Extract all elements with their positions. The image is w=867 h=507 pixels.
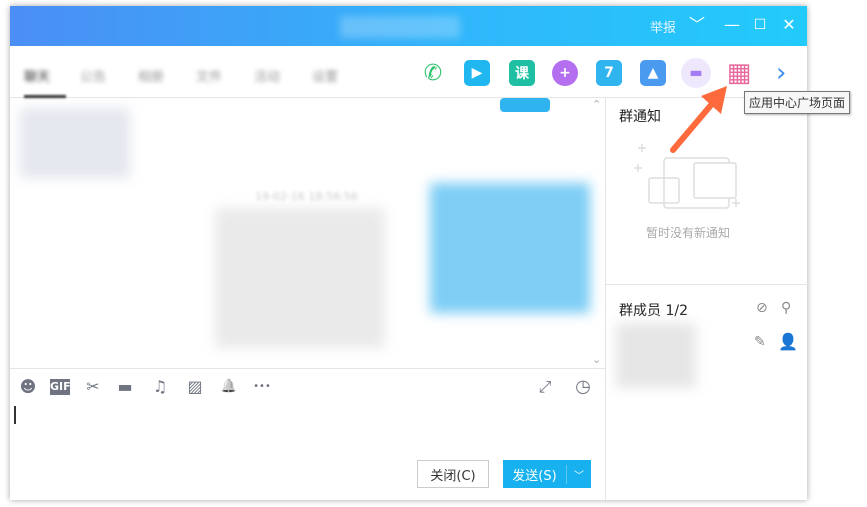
maximize-button[interactable]: ☐ [749, 14, 771, 36]
calendar-icon[interactable]: 7 [596, 60, 622, 86]
minimize-button[interactable]: — [721, 14, 743, 36]
add-app-icon[interactable]: + [552, 60, 578, 86]
more-icon[interactable]: ••• [250, 377, 274, 397]
music-icon[interactable]: ♫ [150, 377, 170, 397]
scissors-icon[interactable]: ✂ [83, 377, 103, 397]
app-center-tooltip: 应用中心广场页面 [744, 91, 851, 114]
course-icon[interactable]: 课 [509, 60, 535, 86]
scroll-down-icon[interactable]: ⌄ [592, 353, 601, 366]
title-bar: 举报 ﹀ — ☐ ✕ [10, 6, 807, 46]
avatar-blurred [20, 108, 130, 178]
send-button[interactable]: 发送(S) ﹀ [503, 460, 591, 488]
close-button[interactable]: ✕ [778, 14, 800, 36]
group-name-blurred [340, 16, 460, 38]
video-call-icon[interactable]: ▶ [464, 60, 490, 86]
member-list-blurred [616, 323, 696, 388]
gif-icon[interactable]: GIF [50, 379, 71, 395]
divider [606, 284, 808, 285]
bell-icon[interactable]: 🔔 [219, 377, 239, 397]
image-icon[interactable]: ▨ [185, 377, 205, 397]
group-notice-title: 群通知 [619, 109, 661, 125]
scroll-up-icon[interactable]: ⌃ [592, 98, 601, 111]
more-apps-arrow-icon[interactable]: › [776, 58, 786, 88]
tab-chat[interactable]: 聊天 [24, 66, 50, 85]
send-label[interactable]: 发送(S) [503, 464, 567, 484]
tab-files[interactable]: 文件 [196, 66, 222, 85]
edit-icon[interactable]: ✎ [754, 334, 766, 350]
message-blurred [215, 208, 385, 348]
close-chat-button[interactable]: 关闭(C) [417, 460, 489, 488]
emoji-icon[interactable]: ☻ [18, 377, 38, 397]
report-link[interactable]: 举报 [650, 17, 676, 36]
send-options-chevron-icon[interactable]: ﹀ [567, 467, 591, 482]
phone-call-icon[interactable]: ✆ [420, 60, 446, 86]
search-icon[interactable]: ⚲ [781, 300, 791, 316]
message-bubble [500, 98, 550, 112]
folder-icon[interactable]: ▬ [115, 377, 135, 397]
member-manage-icon[interactable]: ⊘ [756, 300, 768, 316]
input-toolbar: ☻ GIF ✂ ▬ ♫ ▨ 🔔 ••• ⤢ ◷ [10, 368, 605, 404]
annotation-arrow-icon [670, 86, 727, 153]
group-members-title: 群成员 1/2 [619, 303, 688, 319]
history-clock-icon[interactable]: ◷ [573, 377, 593, 397]
expand-icon[interactable]: ⤢ [535, 377, 555, 397]
message-input-cursor[interactable] [14, 406, 16, 424]
timestamp: 19-02-16 18:56:56 [255, 190, 358, 203]
user-avatar-icon[interactable]: 👤 [778, 332, 798, 351]
tab-announcement[interactable]: 公告 [80, 66, 106, 85]
image-message-blurred[interactable] [430, 183, 590, 313]
chevron-down-icon[interactable]: ﹀ [686, 14, 708, 36]
empty-notice-text: 暂时没有新通知 [646, 226, 731, 240]
tab-album[interactable]: 相册 [138, 66, 164, 85]
tab-activity[interactable]: 活动 [254, 66, 280, 85]
message-area: 19-02-16 18:56:56 ⌃ ⌄ [10, 98, 605, 368]
photo-icon[interactable]: ▲ [640, 60, 666, 86]
tab-settings[interactable]: 设置 [312, 66, 338, 85]
